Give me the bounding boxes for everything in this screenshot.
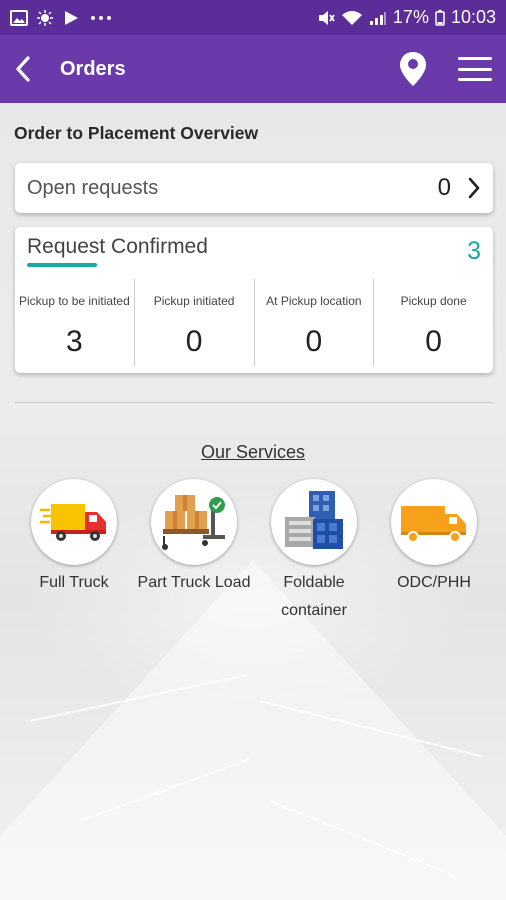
divider bbox=[15, 402, 493, 403]
stat-label: Pickup initiated bbox=[153, 294, 235, 308]
mute-icon bbox=[318, 10, 335, 25]
app-bar: Orders bbox=[0, 35, 506, 103]
image-icon bbox=[10, 9, 28, 26]
stat-label: At Pickup location bbox=[266, 294, 362, 308]
brightness-icon bbox=[37, 9, 53, 26]
signal-icon bbox=[369, 11, 386, 25]
stat-value: 3 bbox=[66, 325, 83, 358]
stats-row: Pickup to be initiated 3 Pickup initiate… bbox=[15, 279, 493, 367]
page-title: Orders bbox=[60, 57, 126, 80]
service-label: Full Truck bbox=[39, 574, 109, 591]
stat-value: 0 bbox=[425, 325, 442, 358]
service-label: ODC/PHH bbox=[397, 574, 471, 591]
odc-truck-icon bbox=[391, 479, 477, 565]
service-full-truck[interactable]: Full Truck bbox=[14, 479, 134, 597]
service-foldable-container[interactable]: Foldable container bbox=[254, 479, 374, 625]
status-bar: 17% 10:03 bbox=[0, 0, 506, 35]
overview-title: Order to Placement Overview bbox=[14, 123, 259, 143]
clock: 10:03 bbox=[450, 7, 496, 27]
request-confirmed-label: Request Confirmed bbox=[27, 235, 208, 258]
service-odc-phh[interactable]: ODC/PHH bbox=[374, 479, 494, 597]
play-icon bbox=[65, 10, 78, 25]
services-title: Our Services bbox=[0, 442, 506, 463]
location-pin-icon[interactable] bbox=[398, 51, 428, 87]
hamburger-menu-icon[interactable] bbox=[458, 57, 492, 81]
open-requests-label: Open requests bbox=[27, 176, 159, 199]
request-confirmed-card[interactable]: Request Confirmed 3 Pickup to be initiat… bbox=[15, 227, 493, 373]
services-title-text: Our Services bbox=[200, 442, 306, 462]
stat-pickup-initiated[interactable]: Pickup initiated 0 bbox=[133, 279, 254, 367]
battery-icon bbox=[435, 9, 445, 26]
part-truck-load-icon bbox=[151, 479, 237, 565]
stat-label: Pickup to be initiated bbox=[19, 294, 130, 308]
stat-label: Pickup done bbox=[400, 294, 467, 308]
open-requests-count: 0 bbox=[437, 174, 451, 201]
service-part-truck-load[interactable]: Part Truck Load bbox=[134, 479, 254, 597]
stat-pickup-done[interactable]: Pickup done 0 bbox=[373, 279, 493, 367]
wifi-icon bbox=[341, 10, 362, 25]
chevron-right-icon bbox=[468, 177, 480, 199]
stat-pickup-to-be-initiated[interactable]: Pickup to be initiated 3 bbox=[15, 279, 134, 367]
services-grid: Full Truck Part Truck Load Foldable cont… bbox=[0, 479, 506, 619]
service-label: Part Truck Load bbox=[137, 574, 251, 591]
full-truck-icon bbox=[31, 479, 117, 565]
more-dots-icon bbox=[91, 15, 111, 20]
accent-underline bbox=[27, 263, 97, 267]
back-chevron-icon[interactable] bbox=[14, 54, 38, 84]
foldable-container-icon bbox=[271, 479, 357, 565]
request-confirmed-count: 3 bbox=[467, 237, 481, 265]
battery-percent: 17% bbox=[392, 7, 429, 27]
stat-value: 0 bbox=[305, 325, 323, 358]
stat-value: 0 bbox=[185, 325, 203, 358]
stat-at-pickup-location[interactable]: At Pickup location 0 bbox=[253, 279, 374, 367]
service-label: Foldable container bbox=[281, 574, 347, 619]
open-requests-card[interactable]: Open requests 0 bbox=[15, 163, 493, 213]
